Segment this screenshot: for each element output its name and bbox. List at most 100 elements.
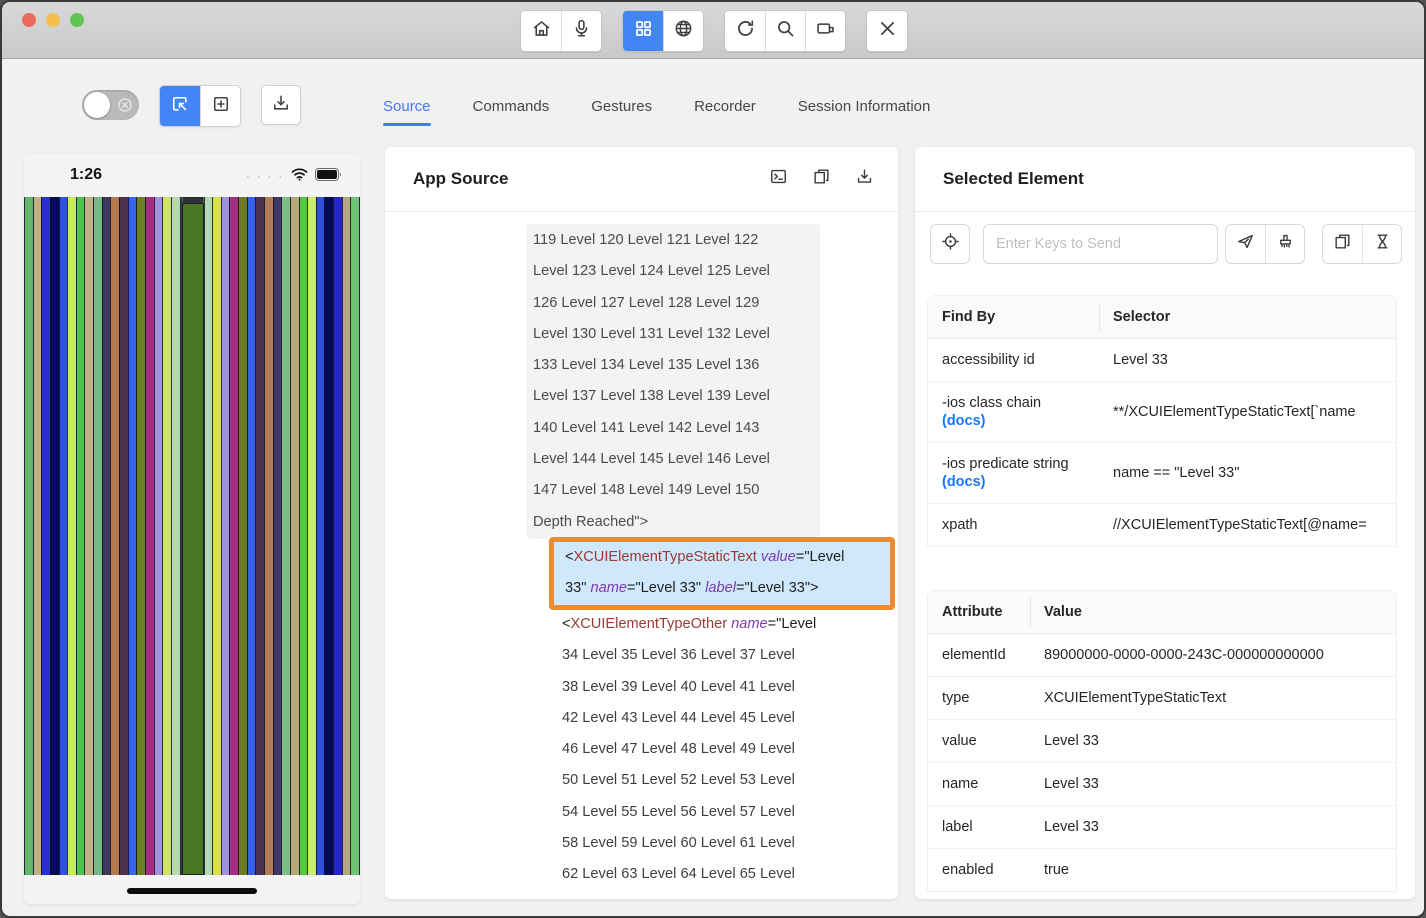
column-header-value: Value bbox=[1031, 591, 1396, 633]
source-text-line: Level 144 Level 145 Level 146 Level bbox=[533, 444, 814, 475]
stripe bbox=[247, 197, 256, 875]
download-screenshot-button[interactable] bbox=[261, 85, 301, 125]
table-row: enabled true bbox=[928, 849, 1396, 891]
source-text-line: 38 Level 39 Level 40 Level 41 Level bbox=[562, 672, 892, 703]
select-element-icon bbox=[170, 94, 190, 119]
docs-link[interactable]: (docs) bbox=[942, 413, 1092, 429]
stripe bbox=[76, 197, 85, 875]
source-node-parent-text[interactable]: 119 Level 120 Level 121 Level 122Level 1… bbox=[526, 224, 820, 539]
stripe bbox=[128, 197, 137, 875]
cellular-signal-icon: · · · · bbox=[246, 172, 284, 182]
stripe bbox=[145, 197, 154, 875]
tab[interactable]: Session Information bbox=[798, 87, 931, 125]
attribute-value: 89000000-0000-0000-243C-000000000000 bbox=[1031, 634, 1396, 676]
source-token: ="Level bbox=[796, 549, 845, 565]
tap-by-coordinates-button[interactable] bbox=[200, 86, 240, 126]
stripe bbox=[119, 197, 128, 875]
toolbar-group-nav bbox=[520, 10, 602, 52]
locate-element-button[interactable] bbox=[930, 224, 970, 264]
mode-tabs: Source Commands Gestures Recorder Sessio… bbox=[372, 87, 1410, 126]
device-screenshot-mirror[interactable]: 1:26 · · · · bbox=[24, 154, 360, 904]
source-node-other-wrapped: 34 Level 35 Level 36 Level 37 Level38 Le… bbox=[562, 640, 892, 890]
select-element-mode-button[interactable] bbox=[160, 86, 200, 126]
terminal-icon[interactable] bbox=[769, 167, 788, 191]
copy-attributes-button[interactable] bbox=[1323, 225, 1362, 263]
device-clock: 1:26 bbox=[70, 166, 102, 184]
record-video-button[interactable] bbox=[805, 11, 845, 51]
search-button[interactable] bbox=[765, 11, 805, 51]
tab[interactable]: Recorder bbox=[694, 87, 756, 125]
element-interaction-toggle[interactable] bbox=[82, 90, 139, 120]
table-row: -ios class chain (docs) **/XCUIElementTy… bbox=[928, 382, 1396, 443]
quit-session-button[interactable] bbox=[867, 11, 907, 51]
stripe bbox=[290, 197, 299, 875]
send-keys-button[interactable] bbox=[1226, 225, 1265, 263]
stripe bbox=[110, 197, 119, 875]
wait-hourglass-icon bbox=[1373, 232, 1392, 256]
source-token: XCUIElementTypeOther bbox=[571, 616, 728, 632]
source-text-line: Level 137 Level 138 Level 139 Level bbox=[533, 381, 814, 412]
app-source-panel: App Source 119 Level 120 Level 121 Level… bbox=[385, 147, 898, 899]
microphone-button[interactable] bbox=[561, 11, 601, 51]
source-tree: 119 Level 120 Level 121 Level 122Level 1… bbox=[385, 213, 898, 899]
source-token: name bbox=[590, 580, 627, 596]
stripe bbox=[333, 197, 342, 875]
stripe bbox=[171, 197, 181, 875]
source-token: value bbox=[761, 549, 796, 565]
source-text-line: Level 123 Level 124 Level 125 Level bbox=[533, 256, 814, 287]
stripes-right bbox=[204, 197, 361, 875]
selected-element-title: Selected Element bbox=[943, 169, 1084, 189]
traffic-light[interactable] bbox=[46, 13, 60, 27]
element-actions-row bbox=[930, 224, 1402, 264]
stripe bbox=[273, 197, 282, 875]
traffic-light[interactable] bbox=[22, 13, 36, 27]
clear-button[interactable] bbox=[1265, 225, 1304, 263]
stripe bbox=[136, 197, 145, 875]
stripes-left bbox=[24, 197, 181, 875]
find-by-strategy: -ios class chain (docs) bbox=[928, 382, 1100, 442]
stripe bbox=[204, 197, 213, 875]
home-button[interactable] bbox=[521, 11, 561, 51]
source-node-other[interactable]: <XCUIElementTypeOther name="Level 34 Lev… bbox=[562, 609, 892, 891]
source-text-line: 34 Level 35 Level 36 Level 37 Level bbox=[562, 640, 892, 671]
tap-by-coordinates-icon bbox=[211, 94, 231, 119]
table-row: label Level 33 bbox=[928, 806, 1396, 849]
appium-inspector-window: Source Commands Gestures Recorder Sessio… bbox=[0, 0, 1426, 918]
attribute-name: name bbox=[928, 763, 1031, 805]
traffic-light[interactable] bbox=[70, 13, 84, 27]
tab[interactable]: Commands bbox=[473, 87, 550, 125]
attribute-value: Level 33 bbox=[1031, 720, 1396, 762]
column-header-selector: Selector bbox=[1100, 296, 1396, 338]
column-header-attribute: Attribute bbox=[928, 597, 1031, 627]
game-shaft bbox=[182, 203, 204, 875]
microphone-icon bbox=[571, 18, 592, 44]
wait-for-element-button[interactable] bbox=[1362, 225, 1401, 263]
window-controls bbox=[22, 13, 84, 27]
source-node-selected[interactable]: <XCUIElementTypeStaticText value="Level3… bbox=[549, 537, 895, 610]
stripe bbox=[307, 197, 316, 875]
screenshot-mode-group bbox=[159, 85, 241, 127]
source-token: label bbox=[705, 580, 736, 596]
copy-icon[interactable] bbox=[812, 167, 831, 191]
find-by-table-header: Find By Selector bbox=[928, 296, 1396, 339]
source-text-line: Level 130 Level 131 Level 132 Level bbox=[533, 319, 814, 350]
tab[interactable]: Source bbox=[383, 87, 431, 125]
source-text-line: 50 Level 51 Level 52 Level 53 Level bbox=[562, 765, 892, 796]
docs-link[interactable]: (docs) bbox=[942, 474, 1092, 490]
refresh-button[interactable] bbox=[725, 11, 765, 51]
tab[interactable]: Gestures bbox=[591, 87, 652, 125]
copy-attributes-icon bbox=[1333, 232, 1352, 256]
find-by-strategy: accessibility id bbox=[928, 339, 1100, 381]
attribute-name: value bbox=[928, 720, 1031, 762]
active-tab-indicator bbox=[383, 123, 431, 126]
toolbar-group-session bbox=[724, 10, 846, 52]
send-keys-input[interactable] bbox=[983, 224, 1218, 264]
grid-view-button[interactable] bbox=[623, 11, 663, 51]
find-by-strategy: xpath bbox=[928, 504, 1100, 546]
download-source-icon[interactable] bbox=[855, 167, 874, 191]
attribute-value: XCUIElementTypeStaticText bbox=[1031, 677, 1396, 719]
globe-button[interactable] bbox=[663, 11, 703, 51]
stripe bbox=[102, 197, 111, 875]
search-icon bbox=[775, 18, 796, 44]
stripe bbox=[324, 197, 333, 875]
